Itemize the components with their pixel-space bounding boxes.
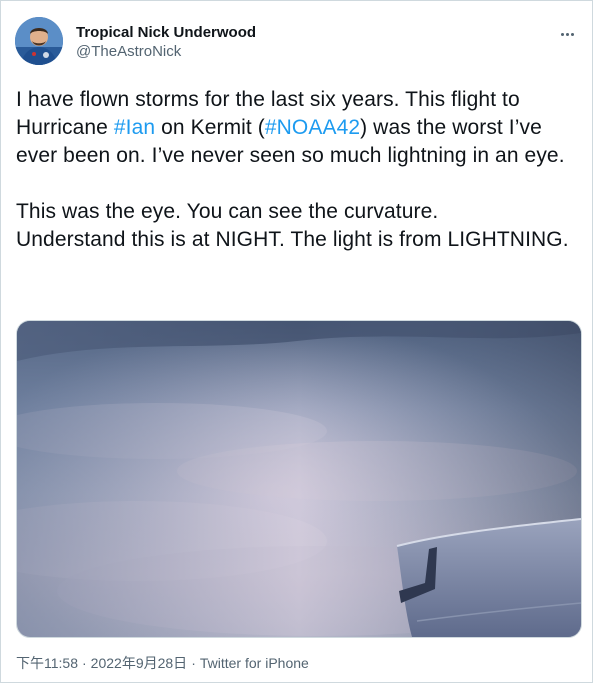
tweet-paragraph: I have flown storms for the last six yea… (16, 86, 582, 170)
avatar-photo (15, 17, 63, 65)
storm-eye-image (17, 321, 581, 637)
user-handle[interactable]: @TheAstroNick (76, 43, 256, 61)
more-dot (570, 32, 574, 36)
display-name[interactable]: Tropical Nick Underwood (76, 24, 256, 42)
meta-separator: · (82, 655, 87, 671)
tweet-header: Tropical Nick Underwood @TheAstroNick (15, 17, 580, 69)
tweet-date[interactable]: 2022年9月28日 (91, 655, 188, 671)
tweet-text: I have flown storms for the last six yea… (16, 86, 582, 254)
tweet-text-segment: on Kermit ( (155, 116, 265, 139)
more-dot (565, 32, 569, 36)
hashtag-link[interactable]: #NOAA42 (265, 116, 360, 139)
tweet-paragraph: This was the eye. You can see the curvat… (16, 198, 582, 254)
tweet-time[interactable]: 下午11:58 (16, 655, 78, 671)
meta-separator: · (191, 655, 196, 671)
tweet-source[interactable]: Twitter for iPhone (200, 655, 309, 671)
tweet-text-segment: Understand this is at NIGHT. The light i… (16, 228, 569, 251)
tweet-text-segment: This was the eye. You can see the curvat… (16, 200, 439, 223)
more-dot (560, 32, 564, 36)
hashtag-link[interactable]: #Ian (114, 116, 155, 139)
tweet-metadata: 下午11:58 · 2022年9月28日 · Twitter for iPhone (16, 655, 309, 672)
tweet-media-video[interactable] (16, 320, 582, 638)
more-icon[interactable] (554, 23, 580, 45)
avatar[interactable] (15, 17, 63, 65)
tweet-card: Tropical Nick Underwood @TheAstroNick I … (0, 0, 593, 683)
author-info: Tropical Nick Underwood @TheAstroNick (76, 24, 256, 61)
